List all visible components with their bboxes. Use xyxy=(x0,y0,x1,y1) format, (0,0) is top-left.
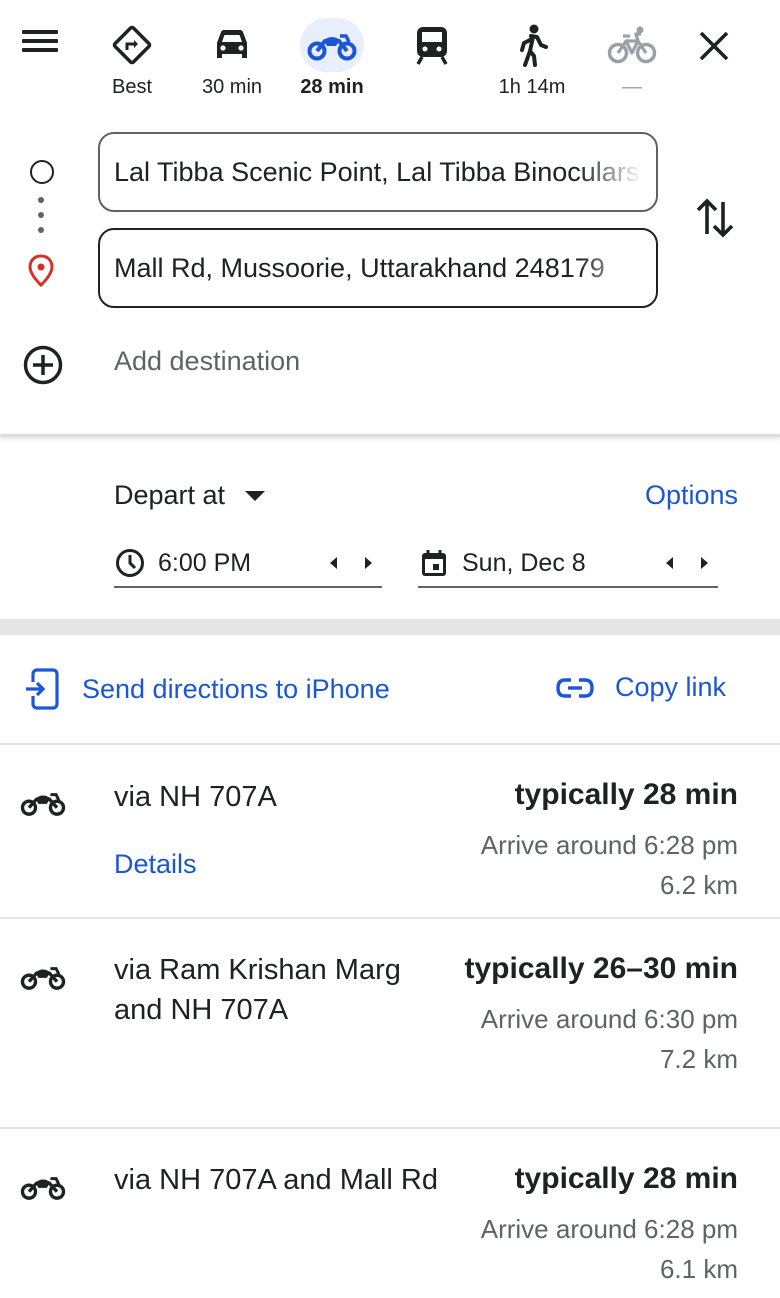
route-distance: 7.2 km xyxy=(659,1044,738,1074)
swap-button[interactable] xyxy=(694,194,736,242)
menu-icon-line xyxy=(22,48,58,52)
route-name: via NH 707A and Mall Rd xyxy=(114,1164,438,1196)
motorcycle-icon xyxy=(20,967,66,990)
mode-label: 1h 14m xyxy=(498,76,566,98)
copy-link-button[interactable]: Copy link xyxy=(555,672,726,703)
link-icon xyxy=(556,677,594,698)
calendar-icon xyxy=(422,550,446,576)
route-name: via Ram Krishan Marg and NH 707A xyxy=(114,954,401,1026)
route-arrival: Arrive around 6:28 pm xyxy=(480,830,738,860)
mode-motorcycle[interactable]: 28 min xyxy=(287,18,377,104)
route-option[interactable]: via NH 707A typically 28 min Arrive arou… xyxy=(0,745,780,917)
send-to-phone-label: Send directions to iPhone xyxy=(82,673,390,704)
depart-at-dropdown[interactable]: Depart at xyxy=(114,480,266,511)
mode-best[interactable]: Best xyxy=(87,18,177,104)
mode-transit[interactable] xyxy=(387,18,477,104)
mode-car[interactable]: 30 min xyxy=(187,18,277,104)
origin-circle-icon xyxy=(30,160,54,184)
motorcycle-icon xyxy=(20,793,66,816)
send-to-phone-icon xyxy=(26,668,59,710)
route-name: via NH 707A xyxy=(114,781,277,813)
add-destination-button[interactable]: Add destination xyxy=(114,346,300,377)
mode-label: 30 min xyxy=(201,76,263,98)
close-icon xyxy=(699,31,729,61)
destination-pin-icon xyxy=(27,254,55,293)
mode-label: 28 min xyxy=(300,76,364,98)
time-prev-arrow-icon[interactable] xyxy=(330,557,337,569)
route-option[interactable]: via NH 707A and Mall Rd typically 28 min… xyxy=(0,1129,780,1298)
route-distance: 6.2 km xyxy=(659,870,738,900)
route-duration: typically 26–30 min xyxy=(464,952,739,985)
menu-icon-line xyxy=(22,39,58,43)
mode-label: — xyxy=(622,76,642,98)
route-distance: 6.1 km xyxy=(659,1254,738,1284)
add-circle-icon[interactable] xyxy=(22,344,64,391)
motorcycle-icon xyxy=(20,1177,66,1200)
mode-walk[interactable]: 1h 14m xyxy=(487,18,577,104)
section-divider xyxy=(0,619,780,635)
route-dots-icon xyxy=(38,197,46,242)
route-option[interactable]: via Ram Krishan Marg and NH 707A typical… xyxy=(0,919,780,1127)
route-duration: typically 28 min xyxy=(514,1162,738,1195)
time-value: 6:00 PM xyxy=(158,548,252,577)
transit-icon xyxy=(400,18,464,72)
directions-best-icon xyxy=(100,18,164,72)
mode-label: Best xyxy=(111,76,153,98)
options-button[interactable]: Options xyxy=(645,480,738,511)
date-value: Sun, Dec 8 xyxy=(462,548,586,577)
destination-value: Mall Rd, Mussoorie, Uttarakhand 248179 xyxy=(114,252,605,283)
origin-input[interactable]: Lal Tibba Scenic Point, Lal Tibba Binocu… xyxy=(98,132,658,212)
divider xyxy=(0,434,780,437)
menu-icon-line xyxy=(22,30,58,34)
close-button[interactable] xyxy=(694,26,734,66)
caret-down-icon xyxy=(245,490,266,501)
mode-bicycle[interactable]: — xyxy=(587,18,677,104)
send-to-phone-button[interactable]: Send directions to iPhone xyxy=(24,668,390,710)
bicycle-icon xyxy=(600,18,664,72)
travel-mode-bar: Best 30 min 28 min 1h 14m — xyxy=(0,0,780,110)
date-picker[interactable]: Sun, Dec 8 xyxy=(418,540,718,588)
date-next-arrow-icon[interactable] xyxy=(701,557,708,569)
menu-button[interactable] xyxy=(22,26,66,62)
swap-icon xyxy=(696,198,734,238)
route-details-link[interactable]: Details xyxy=(114,849,197,880)
route-arrival: Arrive around 6:30 pm xyxy=(480,1004,738,1034)
route-duration: typically 28 min xyxy=(514,778,738,811)
car-icon xyxy=(200,18,264,72)
motorcycle-icon xyxy=(300,18,364,72)
copy-link-label: Copy link xyxy=(615,672,727,702)
route-arrival: Arrive around 6:28 pm xyxy=(480,1214,738,1244)
clock-icon xyxy=(116,549,144,577)
origin-value: Lal Tibba Scenic Point, Lal Tibba Binocu… xyxy=(114,156,640,187)
date-prev-arrow-icon[interactable] xyxy=(666,557,673,569)
depart-label: Depart at xyxy=(114,480,226,510)
time-next-arrow-icon[interactable] xyxy=(365,557,372,569)
walk-icon xyxy=(500,18,564,72)
time-picker[interactable]: 6:00 PM xyxy=(114,540,382,588)
destination-input[interactable]: Mall Rd, Mussoorie, Uttarakhand 248179 xyxy=(98,228,658,308)
